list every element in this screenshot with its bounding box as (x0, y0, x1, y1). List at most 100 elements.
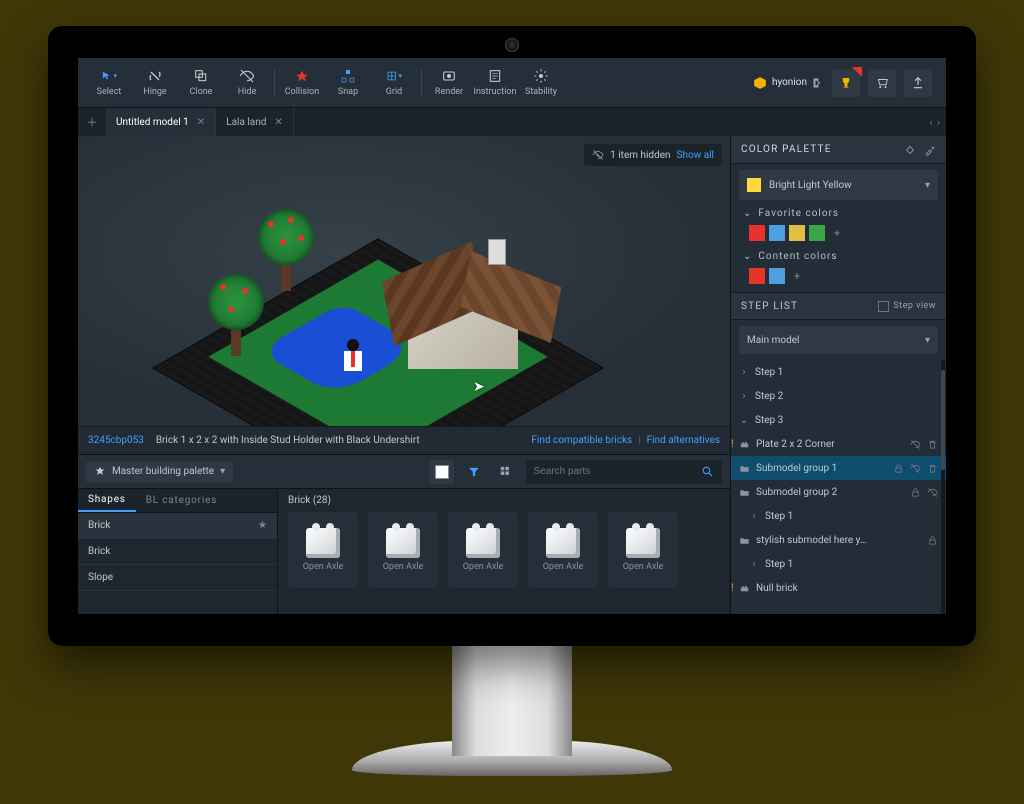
history-forward-button[interactable]: › (937, 116, 940, 129)
color-palette-title: COLOR PALETTE (741, 144, 832, 155)
item-label: Null brick (756, 583, 798, 594)
tool-collision[interactable]: Collision (279, 61, 325, 105)
part-label: Open Axle (463, 562, 504, 572)
show-all-link[interactable]: Show all (677, 150, 714, 161)
trash-icon[interactable] (927, 439, 938, 450)
tool-grid[interactable]: ▾Grid (371, 61, 417, 105)
item-label: Submodel group 1 (756, 463, 837, 474)
hide-icon[interactable] (927, 487, 938, 498)
tool-stability[interactable]: Stability (518, 61, 564, 105)
tool-snap[interactable]: Snap (325, 61, 371, 105)
part-thumb-icon (386, 528, 420, 558)
search-icon (701, 465, 714, 478)
color-swatch[interactable] (809, 225, 825, 241)
trophy-button[interactable] (832, 69, 860, 97)
step-view-toggle[interactable]: Step view (878, 301, 936, 312)
close-tab-button[interactable]: ✕ (274, 117, 282, 128)
parts-search-input[interactable] (534, 466, 701, 477)
part-item[interactable]: !Plate 2 x 2 Corner (731, 432, 946, 456)
model-scene: ➤ (88, 154, 668, 426)
category-item[interactable]: Brick ★ (78, 513, 277, 539)
hide-icon[interactable] (910, 439, 921, 450)
current-color-selector[interactable]: Bright Light Yellow ▾ (739, 170, 938, 200)
group-icon (739, 535, 750, 546)
part-tile[interactable]: Open Axle (288, 512, 358, 588)
find-alternatives-link[interactable]: Find alternatives (647, 435, 720, 446)
color-swatch[interactable] (749, 268, 765, 284)
step-item[interactable]: ›Step 2 (731, 384, 946, 408)
grid-icon (386, 68, 397, 84)
tool-hide[interactable]: Hide (224, 61, 270, 105)
step-item[interactable]: ›Step 1 (731, 360, 946, 384)
user-area: hyonion (753, 69, 938, 97)
step-item[interactable]: ›Step 1 (731, 552, 946, 576)
tab-shapes[interactable]: Shapes (78, 489, 136, 512)
tab-bl-categories[interactable]: BL categories (136, 489, 227, 512)
add-tab-button[interactable]: ＋ (78, 108, 106, 136)
close-tab-button[interactable]: ✕ (197, 117, 205, 128)
color-swatch[interactable] (749, 225, 765, 241)
tool-instruction[interactable]: Instruction (472, 61, 518, 105)
submodel-group-item[interactable]: Submodel group 1 (731, 456, 946, 480)
cart-button[interactable] (868, 69, 896, 97)
document-tab[interactable]: Lala land✕ (216, 108, 294, 136)
part-tile[interactable]: Open Axle (608, 512, 678, 588)
step-item[interactable]: ›Step 1 (731, 504, 946, 528)
filter-button[interactable] (462, 460, 486, 484)
part-item[interactable]: !Null brick (731, 576, 946, 600)
upload-button[interactable] (904, 69, 932, 97)
category-label: Brick (88, 520, 110, 531)
model-selector[interactable]: Main model ▾ (739, 326, 938, 354)
category-item[interactable]: Slope (78, 565, 277, 591)
content-colors-header[interactable]: ⌄Content colors (731, 249, 946, 264)
lock-icon[interactable] (893, 463, 904, 474)
history-back-button[interactable]: ‹ (929, 116, 932, 129)
parts-grid-heading: Brick (28) (288, 495, 720, 506)
part-tile[interactable]: Open Axle (528, 512, 598, 588)
tool-select[interactable]: ▾Select (86, 61, 132, 105)
model-viewport[interactable]: 1 item hidden Show all (78, 136, 730, 426)
find-compatible-link[interactable]: Find compatible bricks (531, 435, 632, 446)
color-swatch-button[interactable] (430, 460, 454, 484)
tool-render[interactable]: Render (426, 61, 472, 105)
category-list: Brick★BrickSlope (78, 513, 277, 614)
part-icon (739, 439, 750, 450)
parts-search[interactable] (526, 460, 722, 484)
tool-hinge[interactable]: Hinge (132, 61, 178, 105)
part-tile[interactable]: Open Axle (368, 512, 438, 588)
hide-icon[interactable] (910, 463, 921, 474)
tool-clone[interactable]: Clone (178, 61, 224, 105)
color-swatch[interactable] (769, 268, 785, 284)
lock-icon[interactable] (910, 487, 921, 498)
chevron-icon: › (739, 367, 749, 378)
filter-icon (467, 465, 481, 479)
color-swatch[interactable] (769, 225, 785, 241)
category-item[interactable]: Brick (78, 539, 277, 565)
item-label: Plate 2 x 2 Corner (756, 439, 835, 450)
tool-label: Snap (338, 87, 358, 97)
step-item[interactable]: ⌄Step 3 (731, 408, 946, 432)
document-tab[interactable]: Untitled model 1✕ (106, 108, 216, 136)
part-id[interactable]: 3245cbp053 (88, 435, 144, 446)
grid-view-button[interactable] (494, 460, 518, 484)
star-icon[interactable]: ★ (258, 520, 267, 531)
render-icon (441, 68, 457, 84)
add-color-button[interactable]: + (829, 225, 845, 241)
chevron-icon: ⌄ (739, 415, 749, 426)
color-swatch[interactable] (789, 225, 805, 241)
submodel-group-item[interactable]: Submodel group 2 (731, 480, 946, 504)
eyedropper-icon[interactable] (924, 144, 936, 156)
scrollbar-thumb[interactable] (941, 370, 945, 470)
palette-selector[interactable]: Master building palette ▾ (86, 461, 233, 483)
add-color-button[interactable]: + (789, 268, 805, 284)
favorite-colors-header[interactable]: ⌄Favorite colors (731, 206, 946, 221)
trash-icon[interactable] (927, 463, 938, 474)
user-badge[interactable]: hyonion (753, 76, 824, 90)
paint-bucket-icon[interactable] (904, 144, 916, 156)
lock-icon[interactable] (927, 535, 938, 546)
part-tile[interactable]: Open Axle (448, 512, 518, 588)
submodel-group-item[interactable]: stylish submodel here y… (731, 528, 946, 552)
snap-icon (340, 68, 356, 84)
cart-icon (875, 76, 889, 90)
parts-grid-column: Brick (28) Open AxleOpen AxleOpen AxleOp… (278, 489, 730, 614)
